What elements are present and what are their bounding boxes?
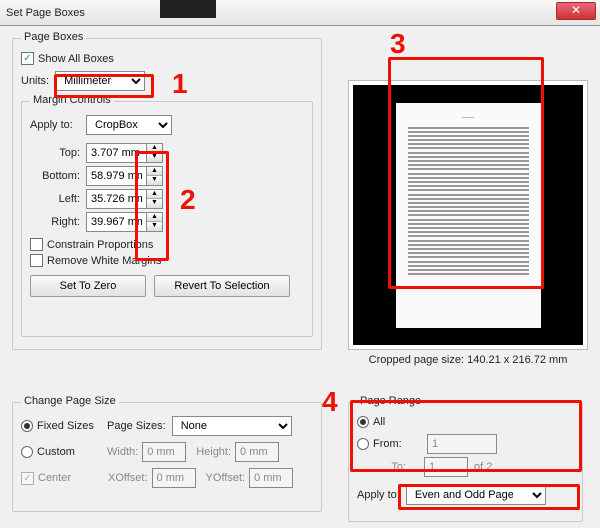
custom-label: Custom	[37, 446, 107, 458]
left-row: Left: ▲▼	[30, 189, 304, 209]
yoffset-input	[249, 468, 293, 488]
from-radio[interactable]	[357, 438, 369, 450]
preview-area: —— Cropped page size: 140.21 x 216.72 mm	[348, 80, 588, 375]
preview-caption: Cropped page size: 140.21 x 216.72 mm	[348, 354, 588, 366]
right-spinbox[interactable]: ▲▼	[86, 212, 163, 232]
top-row: Top: ▲▼	[30, 143, 304, 163]
top-spinner[interactable]: ▲▼	[146, 143, 163, 163]
change-page-size-legend: Change Page Size	[21, 395, 119, 407]
annot-num-3: 3	[390, 28, 406, 60]
window-title: Set Page Boxes	[6, 7, 85, 19]
top-label: Top:	[30, 147, 86, 159]
custom-radio[interactable]	[21, 446, 33, 458]
apply-to-range-row: Apply to: Even and Odd Pages	[357, 485, 574, 505]
yoffset-label: YOffset:	[206, 472, 246, 484]
change-page-size-group: Change Page Size Fixed Sizes Page Sizes:…	[12, 402, 322, 512]
height-label: Height:	[196, 446, 231, 458]
page-boxes-legend: Page Boxes	[21, 31, 86, 43]
xoffset-label: XOffset:	[108, 472, 148, 484]
close-button[interactable]: ✕	[556, 2, 596, 20]
units-select[interactable]: Millimeters	[55, 71, 145, 91]
apply-to-range-label: Apply to:	[357, 489, 400, 501]
title-dark-block	[160, 0, 216, 18]
all-label: All	[373, 416, 385, 428]
all-row: All	[357, 416, 574, 428]
apply-to-row: Apply to: CropBox	[30, 115, 304, 135]
right-spinner[interactable]: ▲▼	[146, 212, 163, 232]
show-all-row: ✓ Show All Boxes	[21, 52, 313, 65]
fixed-row: Fixed Sizes Page Sizes: None	[21, 416, 313, 436]
bottom-spinner[interactable]: ▲▼	[146, 166, 163, 186]
remove-white-label: Remove White Margins	[47, 255, 161, 267]
fixed-sizes-radio[interactable]	[21, 420, 33, 432]
right-row: Right: ▲▼	[30, 212, 304, 232]
preview-background: ——	[353, 85, 583, 345]
xoffset-input	[152, 468, 196, 488]
page-boxes-group: Page Boxes ✓ Show All Boxes Units: Milli…	[12, 38, 322, 350]
from-input	[427, 434, 497, 454]
apply-to-range-select[interactable]: Even and Odd Pages	[406, 485, 546, 505]
from-label: From:	[373, 438, 409, 450]
fixed-sizes-label: Fixed Sizes	[37, 420, 107, 432]
set-to-zero-button[interactable]: Set To Zero	[30, 275, 146, 297]
remove-white-row: Remove White Margins	[30, 254, 304, 267]
show-all-checkbox[interactable]: ✓	[21, 52, 34, 65]
remove-white-checkbox[interactable]	[30, 254, 43, 267]
show-all-label: Show All Boxes	[38, 53, 114, 65]
to-input	[424, 457, 468, 477]
custom-row: Custom Width: Height:	[21, 442, 313, 462]
to-label: To:	[370, 461, 406, 473]
constrain-checkbox[interactable]	[30, 238, 43, 251]
margin-controls-group: Margin Controls Apply to: CropBox Top: ▲…	[21, 101, 313, 337]
revert-button[interactable]: Revert To Selection	[154, 275, 290, 297]
left-spinner[interactable]: ▲▼	[146, 189, 163, 209]
center-row: ✓ Center XOffset: YOffset:	[21, 468, 313, 488]
apply-to-select[interactable]: CropBox	[86, 115, 172, 135]
left-input[interactable]	[86, 189, 146, 209]
left-spinbox[interactable]: ▲▼	[86, 189, 163, 209]
left-label: Left:	[30, 193, 86, 205]
units-label: Units:	[21, 75, 49, 87]
annot-num-4: 4	[322, 386, 338, 418]
width-label: Width:	[107, 446, 138, 458]
bottom-spinbox[interactable]: ▲▼	[86, 166, 163, 186]
bottom-input[interactable]	[86, 166, 146, 186]
all-radio[interactable]	[357, 416, 369, 428]
bottom-row: Bottom: ▲▼	[30, 166, 304, 186]
to-row: To: of 2	[357, 457, 574, 477]
top-spinbox[interactable]: ▲▼	[86, 143, 163, 163]
preview-page: ——	[396, 103, 541, 328]
of-label: of 2	[474, 461, 492, 473]
content-area: Page Boxes ✓ Show All Boxes Units: Milli…	[0, 26, 600, 528]
preview-frame: ——	[348, 80, 588, 350]
page-range-group: Page Range All From: To: of 2 Apply to: …	[348, 402, 583, 522]
page-range-legend: Page Range	[357, 395, 424, 407]
units-row: Units: Millimeters	[21, 71, 313, 91]
page-sizes-select[interactable]: None	[172, 416, 292, 436]
right-label: Right:	[30, 216, 86, 228]
titlebar: Set Page Boxes ✕	[0, 0, 600, 26]
right-input[interactable]	[86, 212, 146, 232]
margin-controls-legend: Margin Controls	[30, 94, 114, 106]
from-row: From:	[357, 434, 574, 454]
height-input	[235, 442, 279, 462]
bottom-label: Bottom:	[30, 170, 86, 182]
buttons-row: Set To Zero Revert To Selection	[30, 275, 304, 297]
width-input	[142, 442, 186, 462]
constrain-label: Constrain Proportions	[47, 239, 153, 251]
constrain-row: Constrain Proportions	[30, 238, 304, 251]
center-checkbox: ✓	[21, 472, 34, 485]
page-sizes-label: Page Sizes:	[107, 420, 166, 432]
top-input[interactable]	[86, 143, 146, 163]
apply-to-label: Apply to:	[30, 119, 86, 131]
center-label: Center	[38, 472, 108, 484]
